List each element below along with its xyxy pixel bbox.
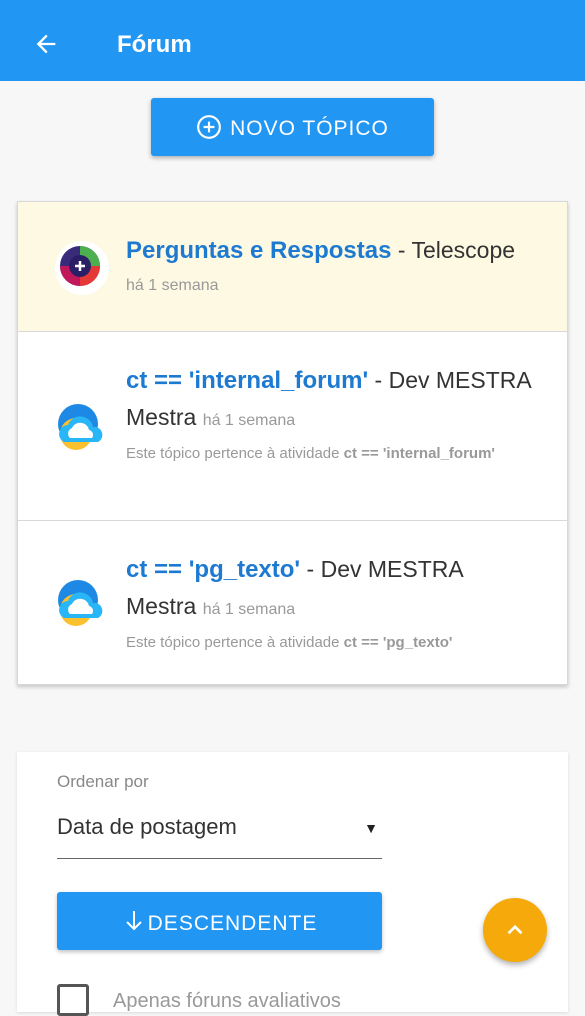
topic-time: há 1 semana (126, 277, 219, 294)
cloud-logo-icon (54, 400, 110, 456)
topic-title-link[interactable]: ct == 'internal_forum' (126, 367, 368, 394)
back-button[interactable] (24, 22, 68, 66)
page-title: Fórum (117, 31, 192, 58)
add-circle-icon (197, 115, 222, 139)
sort-selected-value: Data de postagem (57, 814, 237, 839)
topics-list: Perguntas e Respostas - Telescope há 1 s… (17, 201, 568, 685)
topic-title-link[interactable]: ct == 'pg_texto' (126, 556, 300, 583)
scroll-top-button[interactable] (483, 898, 547, 962)
cloud-logo-icon (54, 576, 110, 632)
topic-activity-name: ct == 'internal_forum' (343, 445, 495, 462)
topic-time: há 1 semana (202, 412, 296, 429)
arrow-down-icon (125, 911, 142, 931)
new-topic-button[interactable]: NOVO TÓPICO (151, 98, 434, 156)
topic-author: - Telescope (391, 237, 516, 263)
evaluative-checkbox-label: Apenas fóruns avaliativos (113, 990, 341, 1012)
sort-label: Ordenar por (57, 772, 149, 791)
topic-title-link[interactable]: Perguntas e Respostas (126, 237, 391, 264)
sort-panel: Ordenar por Data de postagem ▼ DESCENDEN… (17, 752, 568, 1016)
evaluative-filter[interactable]: Apenas fóruns avaliativos (57, 982, 537, 1016)
new-topic-label: NOVO TÓPICO (230, 117, 389, 140)
dropdown-arrow-icon: ▼ (364, 820, 378, 836)
app-bar: Fórum (0, 0, 585, 81)
topic-description-text: Este tópico pertence à atividade (126, 634, 344, 651)
evaluative-checkbox[interactable] (57, 984, 89, 1016)
topic-item[interactable]: Perguntas e Respostas - Telescope há 1 s… (18, 202, 567, 332)
topic-time: há 1 semana (202, 601, 296, 618)
arrow-left-icon (36, 34, 56, 54)
telescope-logo-icon (54, 240, 110, 296)
topic-activity-name: ct == 'pg_texto' (343, 634, 453, 651)
topic-description: Este tópico pertence à atividade ct == '… (126, 630, 536, 655)
sort-select[interactable]: Data de postagem ▼ (57, 804, 382, 859)
topic-description: Este tópico pertence à atividade ct == '… (126, 441, 536, 466)
topic-item[interactable]: ct == 'pg_texto' - Dev MESTRA Mestra há … (18, 521, 567, 684)
chevron-up-icon (507, 924, 523, 935)
topic-description-text: Este tópico pertence à atividade (126, 445, 344, 462)
sort-direction-button[interactable]: DESCENDENTE (57, 892, 382, 950)
sort-direction-label: DESCENDENTE (147, 912, 318, 935)
topic-item[interactable]: ct == 'internal_forum' - Dev MESTRA Mest… (18, 332, 567, 521)
